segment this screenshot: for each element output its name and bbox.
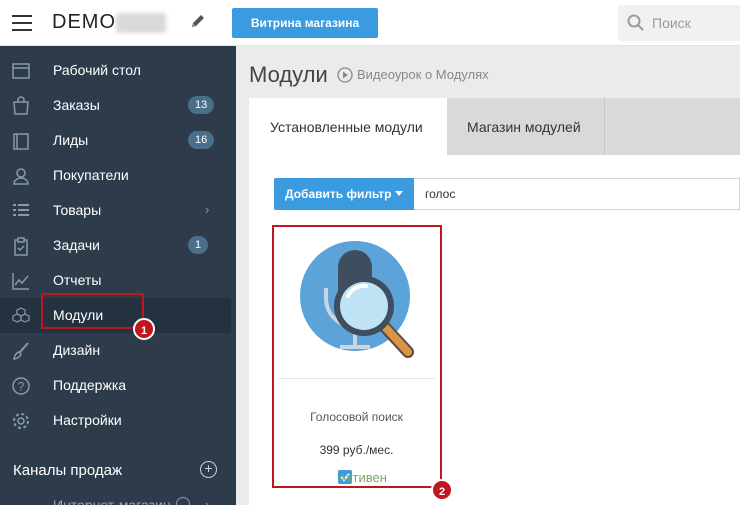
sidebar-item-support[interactable]: ? Поддержка xyxy=(0,368,231,403)
chart-icon xyxy=(12,273,29,290)
brush-icon xyxy=(13,342,29,360)
annotation-number-2: 2 xyxy=(431,479,453,501)
help-icon xyxy=(176,497,190,505)
sidebar-scrollbar[interactable] xyxy=(231,46,236,505)
leads-count-badge: 16 xyxy=(188,131,215,149)
add-filter-button[interactable]: Добавить фильтр xyxy=(274,178,414,210)
cubes-icon xyxy=(12,307,30,323)
sidebar-item-online-store[interactable]: Интернет-магазин xyxy=(53,497,171,505)
sidebar-item-customers[interactable]: Покупатели xyxy=(0,158,231,193)
search-box[interactable]: Поиск xyxy=(618,5,740,41)
search-icon xyxy=(627,14,644,31)
sidebar-item-label: Задачи xyxy=(53,237,101,253)
sidebar-item-label: Дизайн xyxy=(53,342,101,358)
sidebar-item-leads[interactable]: Лиды 16 xyxy=(0,123,231,158)
top-header: DEMO Витрина магазина Поиск xyxy=(0,0,740,46)
video-tutorial-label: Видеоурок о Модулях xyxy=(357,67,489,82)
brand-name: DEMO xyxy=(52,11,116,33)
tab-module-store[interactable]: Магазин модулей xyxy=(447,98,605,155)
add-filter-label: Добавить фильтр xyxy=(285,187,392,201)
sidebar-item-label: Настройки xyxy=(53,412,122,428)
annotation-number-1: 1 xyxy=(133,318,155,340)
annotation-highlight-modules xyxy=(41,293,144,329)
user-icon xyxy=(13,168,29,185)
sidebar-item-label: Товары xyxy=(53,202,102,218)
tasks-count-badge: 1 xyxy=(188,236,209,254)
clipboard-icon xyxy=(14,237,28,256)
sidebar-item-label: Заказы xyxy=(53,97,100,113)
sidebar-item-desktop[interactable]: Рабочий стол xyxy=(0,53,231,88)
sidebar-item-design[interactable]: Дизайн xyxy=(0,333,231,368)
add-channel-icon[interactable]: + xyxy=(200,461,217,478)
sidebar-item-label: Поддержка xyxy=(53,377,127,393)
sidebar-item-settings[interactable]: Настройки xyxy=(0,403,231,438)
sidebar-item-products[interactable]: Товары › xyxy=(0,193,231,228)
sidebar-item-tasks[interactable]: Задачи 1 xyxy=(0,228,231,263)
annotation-highlight-module-card xyxy=(272,225,442,488)
bag-icon xyxy=(13,96,29,115)
sidebar-item-orders[interactable]: Заказы 13 xyxy=(0,88,231,123)
sidebar-item-label: Рабочий стол xyxy=(53,62,141,78)
sidebar-item-label: Покупатели xyxy=(53,167,129,183)
chevron-right-icon: › xyxy=(205,497,210,505)
page-title: Модули xyxy=(249,62,328,87)
chevron-right-icon: › xyxy=(205,202,210,217)
edit-pencil-icon[interactable] xyxy=(190,13,206,34)
menu-icon[interactable] xyxy=(12,15,32,31)
tab-label: Магазин модулей xyxy=(467,119,581,135)
chevron-down-icon xyxy=(395,191,403,196)
desktop-icon xyxy=(12,63,30,79)
store-front-button[interactable]: Витрина магазина xyxy=(232,8,378,38)
sidebar-item-label: Отчеты xyxy=(53,272,102,288)
sales-channels-heading: Каналы продаж xyxy=(13,462,123,479)
orders-count-badge: 13 xyxy=(188,96,215,114)
gear-icon xyxy=(13,413,29,429)
help-icon: ? xyxy=(12,377,30,395)
module-tabs: Установленные модули Магазин модулей xyxy=(249,98,740,155)
card-icon xyxy=(13,133,29,150)
svg-text:?: ? xyxy=(18,380,25,394)
tab-label: Установленные модули xyxy=(270,119,423,135)
play-circle-icon xyxy=(337,67,353,83)
blurred-store-id xyxy=(116,13,166,33)
list-icon xyxy=(13,204,29,216)
filter-search-input[interactable]: голос xyxy=(414,178,740,210)
search-placeholder: Поиск xyxy=(652,15,691,31)
tab-installed-modules[interactable]: Установленные модули xyxy=(249,98,447,155)
sidebar-item-label: Лиды xyxy=(53,132,89,148)
